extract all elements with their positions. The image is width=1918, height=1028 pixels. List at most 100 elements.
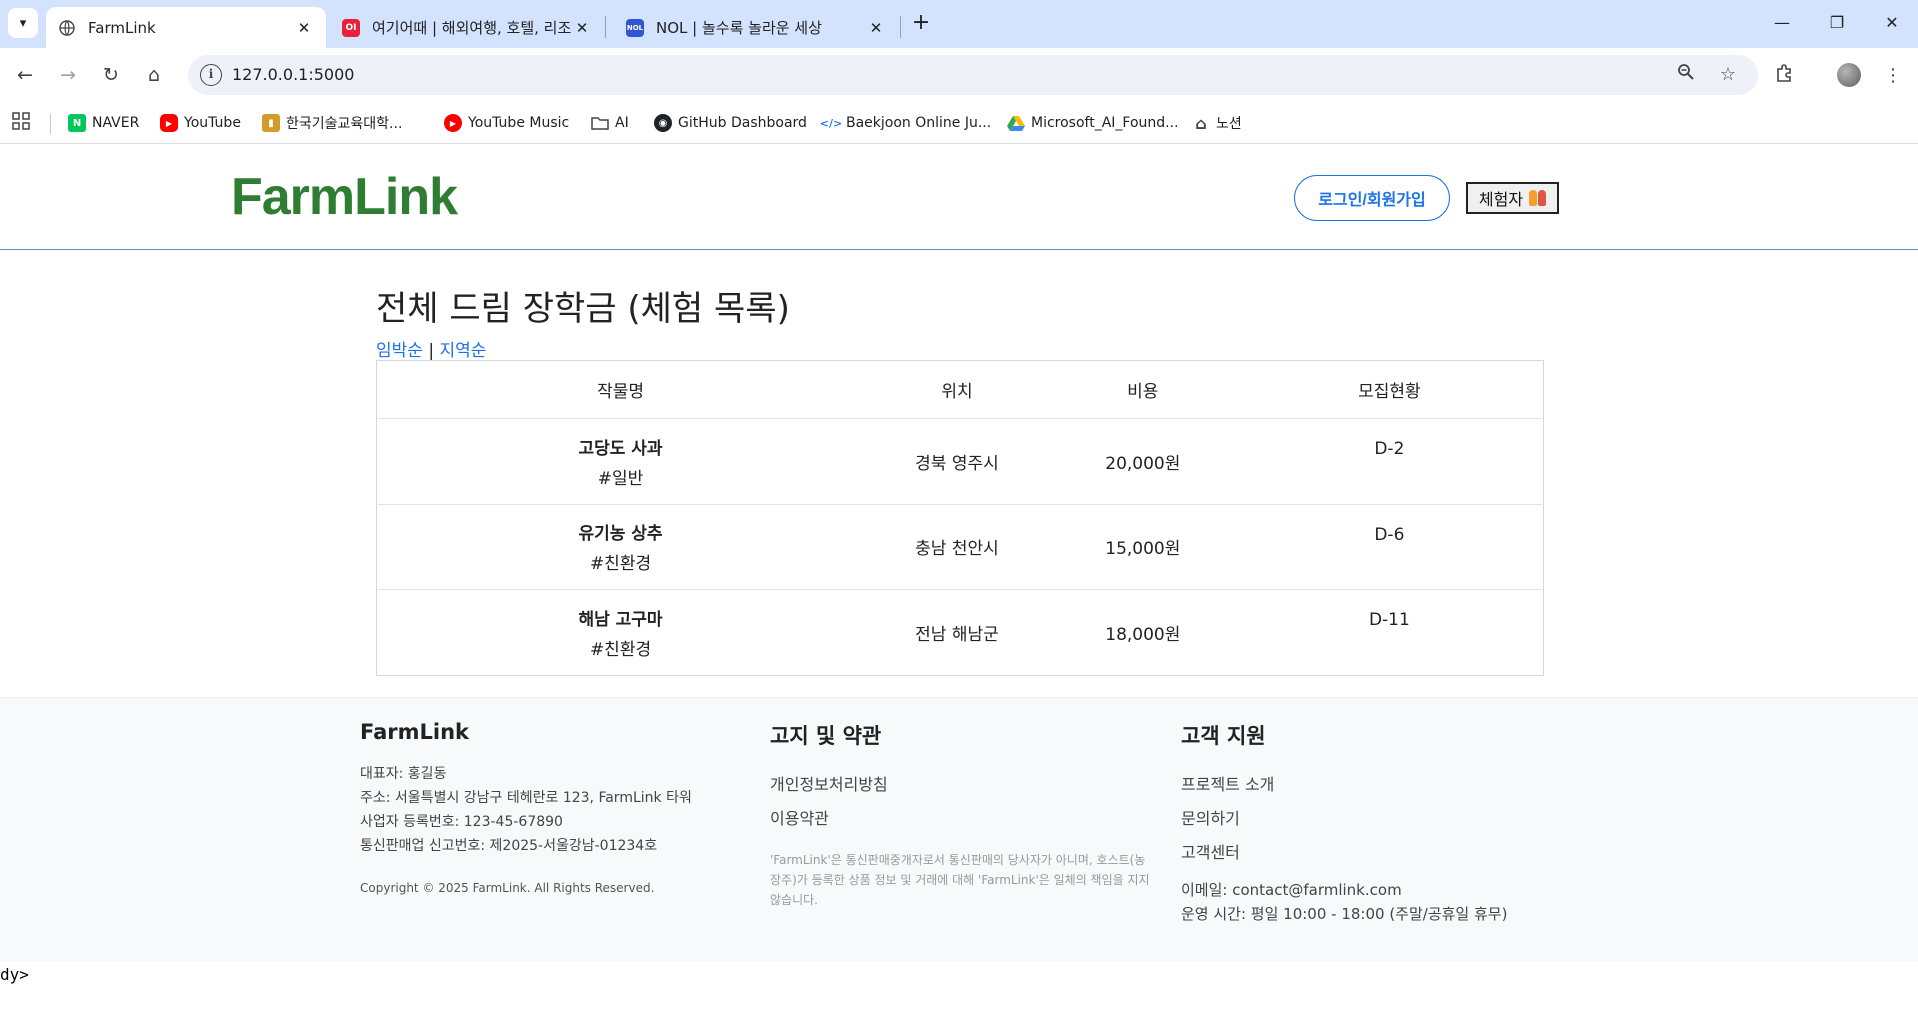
privacy-policy-link[interactable]: 개인정보처리방침 — [770, 768, 1150, 802]
browser-tabstrip: ▾ FarmLink ✕ OI 여기어때 | 해외여행, 호텔, 리조 ✕ NO… — [0, 0, 1918, 48]
crop-name[interactable]: 고당도 사과 — [377, 434, 864, 459]
home-icon: ⌂ — [1195, 113, 1207, 133]
sort-options: 임박순 | 지역순 — [376, 336, 486, 361]
project-intro-link[interactable]: 프로젝트 소개 — [1181, 768, 1507, 802]
footer-legal-title: 고지 및 약관 — [770, 724, 882, 748]
home-icon[interactable]: ⌂ — [138, 59, 170, 91]
footer-business-number: 사업자 등록번호: 123-45-67890 — [360, 814, 563, 830]
forward-arrow-icon[interactable]: → — [52, 59, 84, 91]
tab-title: FarmLink — [88, 18, 156, 37]
bookmark-baekjoon[interactable]: </> Baekjoon Online Ju... — [819, 112, 992, 134]
price-cell: 18,000원 — [1105, 625, 1181, 646]
crop-cell: 유기농 상추 #친환경 — [376, 504, 865, 591]
zoom-icon[interactable] — [1674, 63, 1698, 87]
bookmark-label: Microsoft_AI_Found... — [1031, 115, 1179, 131]
tab-divider — [605, 16, 606, 38]
crop-cell: 해남 고구마 #친환경 — [377, 590, 865, 676]
table-header-row: 작물명 위치 비용 모집현황 — [376, 360, 1544, 419]
footer-ecommerce-number: 통신판매업 신고번호: 제2025-서울강남-01234호 — [360, 838, 658, 854]
new-tab-button[interactable]: + — [908, 10, 934, 36]
footer-copyright: Copyright © 2025 FarmLink. All Rights Re… — [360, 881, 655, 895]
window-close-icon[interactable]: ✕ — [1872, 8, 1912, 38]
bookmark-label: 노션 — [1216, 116, 1242, 132]
crop-tag: #일반 — [597, 468, 644, 489]
bookmark-microsoft-ai[interactable]: Microsoft_AI_Found... — [1007, 112, 1179, 134]
restore-icon[interactable]: ❐ — [1817, 8, 1857, 38]
crop-name[interactable]: 해남 고구마 — [377, 605, 864, 630]
site-logo[interactable]: FarmLink — [231, 167, 458, 227]
yeogieottae-favicon-icon: OI — [342, 18, 360, 37]
tab-divider — [900, 16, 901, 38]
footer-disclaimer: 'FarmLink'은 통신판매중개자로서 통신판매의 당사자가 아니며, 호스… — [770, 853, 1150, 907]
tab-yeogieottae[interactable]: OI 여기어때 | 해외여행, 호텔, 리조 ✕ — [330, 7, 604, 48]
bookmark-label: Baekjoon Online Ju... — [846, 115, 992, 131]
apps-grid-icon[interactable] — [12, 112, 30, 135]
back-arrow-icon[interactable]: ← — [9, 59, 41, 91]
url-text[interactable]: 127.0.0.1:5000 — [232, 65, 354, 84]
extensions-icon[interactable] — [1771, 63, 1797, 89]
bookmark-star-icon[interactable]: ☆ — [1716, 63, 1740, 87]
close-icon[interactable]: ✕ — [294, 19, 314, 37]
google-drive-icon — [1007, 114, 1025, 132]
experience-list-table: 작물명 위치 비용 모집현황 고당도 사과 #일반 경북 영주시 20,000원… — [376, 360, 1544, 676]
bookmark-youtube[interactable]: ▶ YouTube — [160, 112, 241, 134]
bookmarks-bar: N NAVER ▶ YouTube ▮ 한국기술교육대학... ▶ YouTub… — [0, 102, 1918, 144]
role-label: 체험자 — [1478, 192, 1524, 209]
bookmark-youtube-music[interactable]: ▶ YouTube Music — [444, 112, 569, 134]
site-footer: FarmLink 대표자: 홍길동 주소: 서울특별시 강남구 테헤란로 123… — [0, 697, 1918, 961]
naver-icon: N — [68, 114, 86, 132]
tab-farmlink[interactable]: FarmLink ✕ — [46, 7, 326, 48]
bookmark-folder-ai[interactable]: AI — [591, 112, 629, 134]
address-bar[interactable]: i 127.0.0.1:5000 ☆ — [188, 55, 1758, 95]
sort-by-region-link[interactable]: 지역순 — [439, 341, 486, 361]
close-icon[interactable]: ✕ — [866, 19, 886, 37]
customer-center-link[interactable]: 고객센터 — [1181, 836, 1507, 870]
page-viewport: FarmLink 로그인/회원가입 체험자 전체 드림 장학금 (체험 목록) … — [0, 145, 1918, 1028]
close-icon[interactable]: ✕ — [572, 19, 592, 37]
university-icon: ▮ — [262, 114, 280, 132]
status-cell: D-6 — [1235, 504, 1544, 591]
stray-markup-text: dy> — [0, 965, 29, 984]
footer-ceo: 대표자: 홍길동 — [360, 766, 447, 782]
table-row[interactable]: 고당도 사과 #일반 경북 영주시 20,000원 D-2 — [376, 418, 1544, 505]
reload-icon[interactable]: ↻ — [95, 59, 127, 91]
site-header: FarmLink 로그인/회원가입 체험자 — [0, 145, 1918, 250]
footer-legal: 고지 및 약관 개인정보처리방침 이용약관 'FarmLink'은 통신판매중개… — [770, 720, 1150, 910]
table-row[interactable]: 유기농 상추 #친환경 충남 천안시 15,000원 D-6 — [376, 504, 1544, 591]
bookmark-label: YouTube — [184, 115, 241, 131]
support-hours: 운영 시간: 평일 10:00 - 18:00 (주말/공휴일 휴무) — [1181, 905, 1508, 923]
more-menu-icon[interactable]: ⋮ — [1880, 63, 1906, 89]
login-signup-button[interactable]: 로그인/회원가입 — [1294, 175, 1450, 221]
inquiry-link[interactable]: 문의하기 — [1181, 802, 1507, 836]
crop-cell: 고당도 사과 #일반 — [376, 418, 865, 505]
bookmark-koreatech[interactable]: ▮ 한국기술교육대학... — [262, 112, 402, 134]
minimize-icon[interactable]: — — [1762, 8, 1802, 38]
role-toggle-button[interactable]: 체험자 — [1466, 182, 1559, 214]
location-cell: 전남 해남군 — [915, 625, 999, 646]
tab-nol[interactable]: NOL NOL | 놀수록 놀라운 세상 ✕ — [614, 7, 898, 48]
crop-name[interactable]: 유기농 상추 — [377, 519, 864, 544]
nol-favicon-icon: NOL — [626, 18, 644, 37]
table-row[interactable]: 해남 고구마 #친환경 전남 해남군 18,000원 D-11 — [377, 590, 1544, 676]
location-cell: 경북 영주시 — [864, 418, 1050, 505]
sort-by-deadline-link[interactable]: 임박순 — [376, 341, 423, 361]
bookmark-github[interactable]: ◉ GitHub Dashboard — [654, 112, 807, 134]
site-info-icon[interactable]: i — [200, 64, 222, 86]
terms-of-use-link[interactable]: 이용약관 — [770, 802, 1150, 836]
bookmark-notion[interactable]: ⌂ 노션 — [1192, 112, 1242, 134]
crop-tag: #친환경 — [589, 640, 652, 661]
bookmark-label: NAVER — [92, 115, 140, 131]
footer-company-title: FarmLink — [360, 720, 470, 744]
globe-icon — [58, 19, 76, 37]
tab-search-button[interactable]: ▾ — [8, 8, 38, 38]
code-icon: </> — [819, 116, 843, 130]
footer-company-info: FarmLink 대표자: 홍길동 주소: 서울특별시 강남구 테헤란로 123… — [360, 720, 692, 900]
bookmark-naver[interactable]: N NAVER — [68, 112, 139, 134]
chevron-down-icon: ▾ — [19, 15, 27, 31]
footer-support-title: 고객 지원 — [1181, 724, 1266, 748]
column-header-location: 위치 — [864, 360, 1050, 419]
tab-title: 여기어때 | 해외여행, 호텔, 리조 — [372, 19, 572, 37]
bookmark-label: AI — [615, 115, 629, 131]
youtube-icon: ▶ — [160, 114, 178, 132]
profile-avatar[interactable] — [1837, 63, 1861, 87]
